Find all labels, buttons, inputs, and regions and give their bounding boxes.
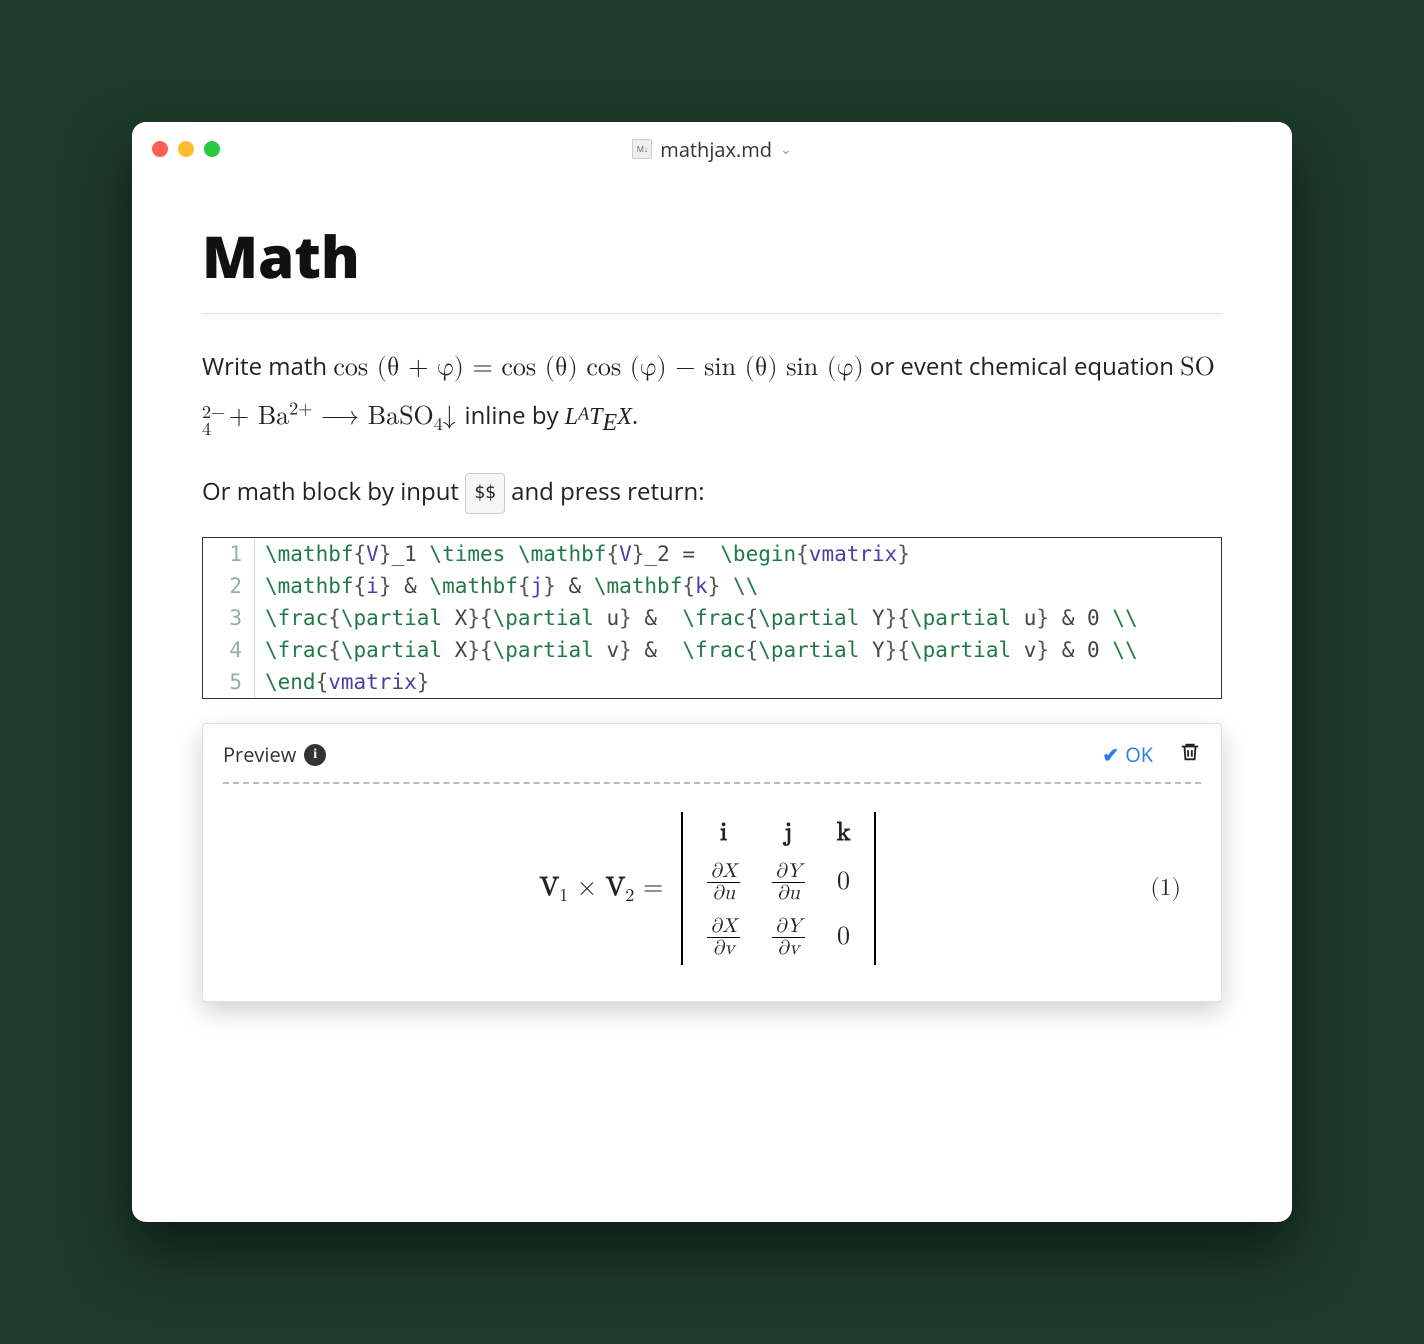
math-block-hint: Or math block by input $$ and press retu… (202, 469, 1222, 515)
rendered-equation: V1 × V2 = i j k ∂X∂u (223, 802, 1201, 975)
code-text[interactable]: \mathbf{i} & \mathbf{j} & \mathbf{k} \\ (255, 570, 768, 602)
page-title: Math (202, 216, 1222, 314)
maximize-window-button[interactable] (204, 141, 220, 157)
text: inline by (465, 399, 565, 432)
code-text[interactable]: \frac{\partial X}{\partial u} & \frac{\p… (255, 602, 1148, 634)
close-window-button[interactable] (152, 141, 168, 157)
code-line[interactable]: 1\mathbf{V}_1 \times \mathbf{V}_2 = \beg… (203, 538, 1221, 570)
kbd-dollar-dollar: $$ (465, 473, 505, 513)
math-preview-card: Preview i ✔ OK V1 (202, 723, 1222, 1002)
equation-number: (1) (1150, 874, 1181, 903)
app-window: M↓ mathjax.md ⌄ Math Write math cos (θ +… (132, 122, 1292, 1222)
text: . (632, 399, 638, 432)
preview-header: Preview i ✔ OK (223, 740, 1201, 784)
inline-trig-math: cos (θ + φ) = cos (θ) cos (φ) − sin (θ) … (333, 355, 863, 381)
window-controls (152, 141, 220, 157)
info-icon[interactable]: i (304, 744, 326, 766)
code-line[interactable]: 3\frac{\partial X}{\partial u} & \frac{\… (203, 602, 1221, 634)
check-icon: ✔ (1102, 741, 1119, 768)
intro-paragraph: Write math cos (θ + φ) = cos (θ) cos (φ)… (202, 344, 1222, 447)
document-filename: mathjax.md (660, 136, 772, 163)
determinant-matrix: i j k ∂X∂u ∂Y∂u 0 ∂X∂v ∂Y∂v 0 (691, 812, 866, 965)
document-content[interactable]: Math Write math cos (θ + φ) = cos (θ) co… (132, 176, 1292, 1042)
markdown-file-icon: M↓ (632, 139, 652, 159)
code-text[interactable]: \end{vmatrix} (255, 666, 439, 698)
text: and press return: (511, 475, 704, 508)
ok-label: OK (1125, 741, 1153, 768)
titlebar: M↓ mathjax.md ⌄ (132, 122, 1292, 176)
code-line[interactable]: 4\frac{\partial X}{\partial v} & \frac{\… (203, 634, 1221, 666)
latex-logo: LATEX (565, 404, 632, 430)
line-number: 1 (203, 538, 255, 570)
minimize-window-button[interactable] (178, 141, 194, 157)
title-center: M↓ mathjax.md ⌄ (132, 136, 1292, 163)
code-line[interactable]: 5\end{vmatrix} (203, 666, 1221, 698)
line-number: 5 (203, 666, 255, 698)
line-number: 4 (203, 634, 255, 666)
code-line[interactable]: 2\mathbf{i} & \mathbf{j} & \mathbf{k} \\ (203, 570, 1221, 602)
text: Write math (202, 350, 333, 383)
latex-code-editor[interactable]: 1\mathbf{V}_1 \times \mathbf{V}_2 = \beg… (202, 537, 1222, 699)
code-text[interactable]: \mathbf{V}_1 \times \mathbf{V}_2 = \begi… (255, 538, 920, 570)
preview-label: Preview (223, 741, 296, 768)
line-number: 2 (203, 570, 255, 602)
line-number: 3 (203, 602, 255, 634)
text: Or math block by input (202, 475, 465, 508)
ok-button[interactable]: ✔ OK (1102, 741, 1153, 768)
chevron-down-icon: ⌄ (780, 140, 792, 159)
trash-icon[interactable] (1179, 740, 1201, 770)
code-text[interactable]: \frac{\partial X}{\partial v} & \frac{\p… (255, 634, 1148, 666)
text: or event chemical equation (870, 350, 1180, 383)
